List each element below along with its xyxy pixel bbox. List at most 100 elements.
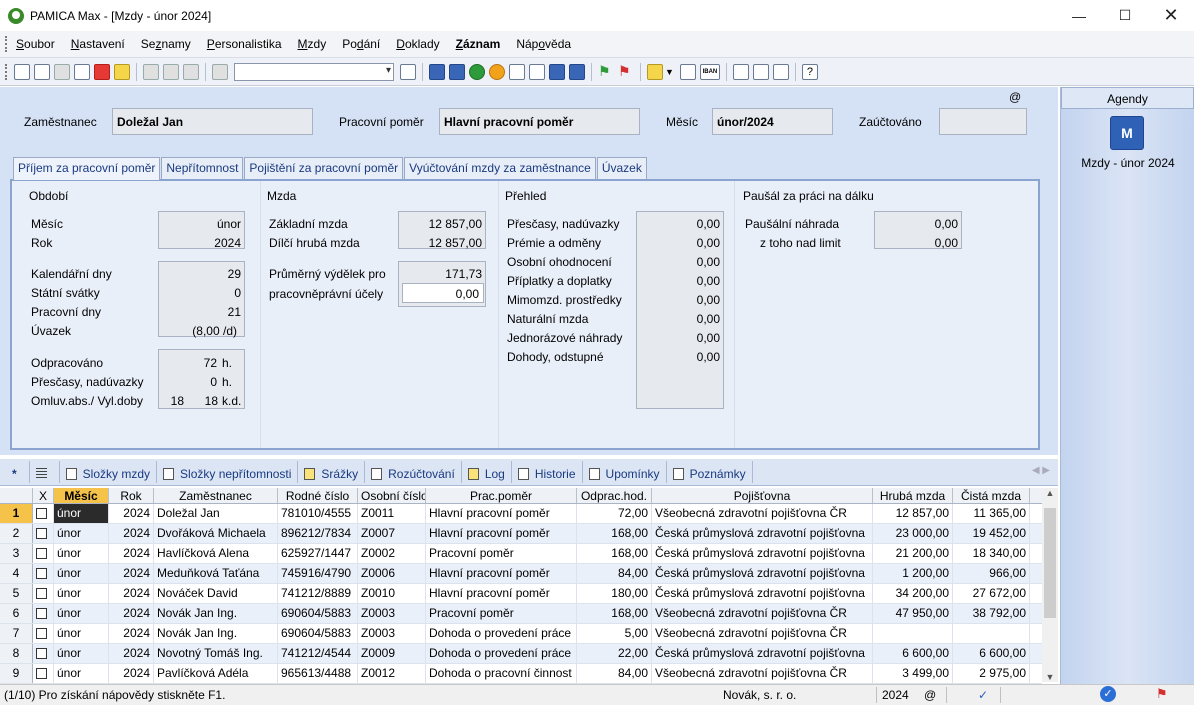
grid-col-header[interactable]: Prac.poměr <box>426 488 577 503</box>
window-icon[interactable] <box>732 63 749 80</box>
grid-col-header[interactable]: Měsíc <box>54 488 109 503</box>
row-checkbox[interactable] <box>33 504 54 523</box>
save-all-icon[interactable] <box>163 63 179 80</box>
red-flag-icon[interactable]: ⚑ <box>618 64 634 80</box>
grid-col-header[interactable]: Osobní číslo <box>358 488 426 503</box>
list-tab-5[interactable]: Rozúčtování <box>365 461 462 483</box>
checkbox-icon[interactable] <box>36 568 47 579</box>
green-flag-icon[interactable]: ⚑ <box>598 64 614 80</box>
print-preview-icon[interactable] <box>74 63 90 80</box>
checkbox-icon[interactable] <box>36 528 47 539</box>
copy-icon[interactable] <box>14 63 30 80</box>
checkbox-icon[interactable] <box>36 588 47 599</box>
maximize-button[interactable]: ☐ <box>1102 0 1148 31</box>
list-tab-6[interactable]: Log <box>462 461 512 483</box>
list-tab-3[interactable]: Složky nepřítomnosti <box>157 461 299 483</box>
row-checkbox[interactable] <box>33 664 54 683</box>
dropdown-arrow-icon[interactable]: ▼ <box>665 67 674 77</box>
grid-col-header[interactable]: Pojišťovna <box>652 488 873 503</box>
table-row[interactable]: 3 únor 2024 Havlíčková Alena 625927/1447 Z000… <box>0 544 1042 564</box>
export-icon[interactable] <box>114 63 130 80</box>
copy-multiple-icon[interactable] <box>34 63 50 80</box>
list-tab-4[interactable]: Srážky <box>298 461 366 483</box>
list-tab-1[interactable] <box>30 461 60 483</box>
menu-nápověda[interactable]: Nápověda <box>508 37 579 51</box>
list-tab-7[interactable]: Historie <box>512 461 583 483</box>
iban-icon[interactable]: IBAN <box>699 63 720 80</box>
filter-icon[interactable] <box>400 63 416 80</box>
row-checkbox[interactable] <box>33 604 54 623</box>
tab-0[interactable]: Příjem za pracovní poměr <box>13 157 161 180</box>
m-chart-icon[interactable] <box>449 63 465 80</box>
search-combo[interactable] <box>234 62 394 81</box>
row-checkbox[interactable] <box>33 524 54 543</box>
row-checkbox[interactable] <box>33 624 54 643</box>
mzdy-agenda-icon[interactable]: M <box>1110 116 1144 150</box>
scroll-up-icon[interactable]: ▲ <box>1042 488 1058 498</box>
menu-soubor[interactable]: Soubor <box>8 37 63 51</box>
calendar-icon[interactable] <box>509 63 525 80</box>
grid-col-header[interactable]: Rok <box>109 488 154 503</box>
checkbox-icon[interactable] <box>36 668 47 679</box>
table-row[interactable]: 8 únor 2024 Novotný Tomáš Ing. 741212/4544 Z0… <box>0 644 1042 664</box>
table-row[interactable]: 7 únor 2024 Novák Jan Ing. 690604/5883 Z0003 D… <box>0 624 1042 644</box>
checkbox-icon[interactable] <box>36 548 47 559</box>
table-row[interactable]: 9 únor 2024 Pavlíčková Adéla 965613/4488 Z001… <box>0 664 1042 684</box>
menu-doklady[interactable]: Doklady <box>388 37 447 51</box>
save-icon[interactable] <box>143 63 159 80</box>
grid-col-header[interactable] <box>0 488 33 503</box>
table-row[interactable]: 4 únor 2024 Meduňková Taťána 745916/4790 Z000… <box>0 564 1042 584</box>
grid-col-header[interactable]: X <box>33 488 54 503</box>
window-split-icon[interactable] <box>772 63 789 80</box>
checkbox-icon[interactable] <box>36 508 47 519</box>
folder-icon[interactable] <box>647 63 663 80</box>
checkbox-icon[interactable] <box>36 648 47 659</box>
table-row[interactable]: 2 únor 2024 Dvořáková Michaela 896212/7834 Z0… <box>0 524 1042 544</box>
save-close-icon[interactable] <box>183 63 199 80</box>
list-tab-9[interactable]: Poznámky <box>667 461 753 483</box>
checkbox-icon[interactable] <box>36 608 47 619</box>
checkbox-icon[interactable] <box>36 628 47 639</box>
pdf-icon[interactable] <box>94 63 110 80</box>
row-checkbox[interactable] <box>33 644 54 663</box>
list-tab-8[interactable]: Upomínky <box>583 461 667 483</box>
at-icon[interactable]: @ <box>1009 90 1021 104</box>
grid-col-header[interactable]: Odprac.hod. <box>577 488 652 503</box>
menu-podání[interactable]: Podání <box>334 37 388 51</box>
scroll-thumb[interactable] <box>1044 508 1056 618</box>
m-doc-icon[interactable] <box>549 63 565 80</box>
avg-wage-input[interactable]: 0,00 <box>402 283 484 303</box>
menu-seznamy[interactable]: Seznamy <box>133 37 199 51</box>
vertical-scrollbar[interactable]: ▲ ▼ <box>1042 488 1058 682</box>
list-tab-2[interactable]: Složky mzdy <box>60 461 158 483</box>
duplicate-icon[interactable] <box>212 63 228 80</box>
row-checkbox[interactable] <box>33 544 54 563</box>
calculator-icon[interactable] <box>679 63 696 80</box>
grid-col-header[interactable]: Rodné číslo <box>278 488 358 503</box>
help-icon[interactable]: ? <box>801 63 818 80</box>
tab-1[interactable]: Nepřítomnost <box>161 157 244 179</box>
minimize-button[interactable]: — <box>1056 0 1102 31</box>
table-row[interactable]: 6 únor 2024 Novák Jan Ing. 690604/5883 Z0003 P… <box>0 604 1042 624</box>
grid-col-header[interactable]: Zaměstnanec <box>154 488 278 503</box>
window-list-icon[interactable] <box>752 63 769 80</box>
m-add-icon[interactable] <box>569 63 585 80</box>
person-orange-icon[interactable] <box>489 63 505 80</box>
list-tab-0[interactable]: * <box>0 461 30 483</box>
menu-nastavení[interactable]: Nastavení <box>63 37 133 51</box>
tab-3[interactable]: Vyúčtování mzdy za zaměstnance <box>404 157 596 179</box>
close-button[interactable]: ✕ <box>1148 0 1194 31</box>
tab-2[interactable]: Pojištění za pracovní poměr <box>244 157 404 179</box>
print-icon[interactable] <box>54 63 70 80</box>
grid-col-header[interactable]: Čistá mzda <box>953 488 1030 503</box>
person-green-icon[interactable] <box>469 63 485 80</box>
menu-záznam[interactable]: Záznam <box>448 37 509 51</box>
calendar-clock-icon[interactable] <box>529 63 545 80</box>
table-row[interactable]: 1 únor 2024 Doležal Jan 781010/4555 Z0011 Hlav… <box>0 504 1042 524</box>
row-checkbox[interactable] <box>33 564 54 583</box>
grid-col-header[interactable]: Hrubá mzda <box>873 488 953 503</box>
agenda-item-label[interactable]: Mzdy - únor 2024 <box>1061 156 1194 170</box>
m-icon[interactable] <box>429 63 445 80</box>
menu-personalistika[interactable]: Personalistika <box>199 37 290 51</box>
scroll-down-icon[interactable]: ▼ <box>1042 672 1058 682</box>
